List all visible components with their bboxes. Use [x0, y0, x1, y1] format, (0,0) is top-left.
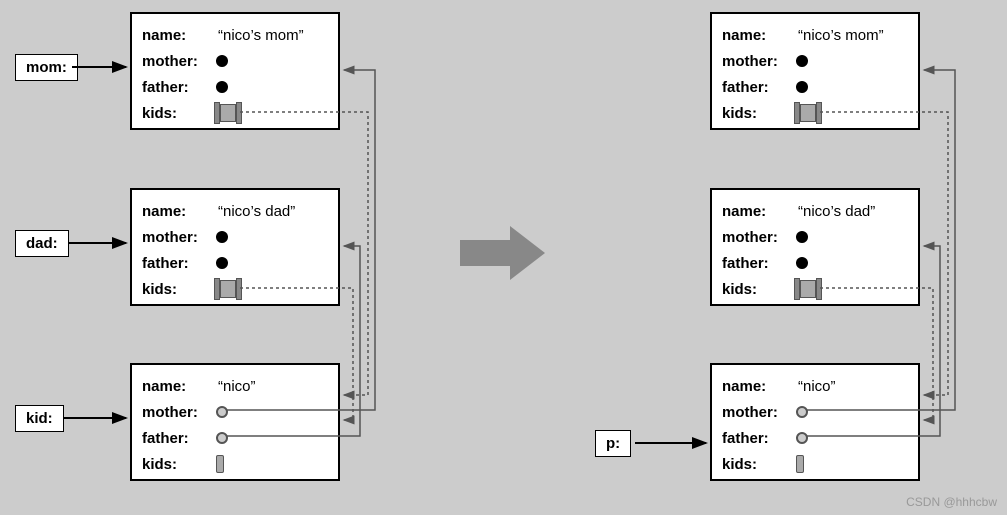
null-dot-icon [216, 81, 228, 93]
field-mother: mother: [142, 53, 212, 70]
field-father: father: [142, 79, 212, 96]
kid-name: “nico” [212, 378, 256, 395]
obj-mom-right: name:“nico’s mom” mother: father: kids: [710, 12, 920, 130]
ptr-dot-icon [216, 432, 228, 444]
obj-dad-left: name:“nico’s dad” mother: father: kids: [130, 188, 340, 306]
null-dot-icon [216, 55, 228, 67]
obj-dad-right: name:“nico’s dad” mother: father: kids: [710, 188, 920, 306]
var-kid: kid: [15, 405, 64, 432]
var-mom: mom: [15, 54, 78, 81]
obj-mom-left: name:“nico’s mom” mother: father: kids: [130, 12, 340, 130]
ptr-dot-icon [216, 406, 228, 418]
watermark: CSDN @hhhcbw [906, 495, 997, 509]
mom-name: “nico’s mom” [212, 27, 304, 44]
obj-kid-left: name:“nico” mother: father: kids: [130, 363, 340, 481]
obj-kid-right: name:“nico” mother: father: kids: [710, 363, 920, 481]
field-name: name: [142, 27, 212, 44]
dad-name: “nico’s dad” [212, 203, 295, 220]
vector-icon [214, 102, 242, 124]
field-kids: kids: [142, 105, 212, 122]
var-dad: dad: [15, 230, 69, 257]
null-dot-icon [216, 257, 228, 269]
var-p: p: [595, 430, 631, 457]
vector-icon [214, 278, 242, 300]
transition-arrow-icon [460, 226, 545, 280]
null-dot-icon [216, 231, 228, 243]
empty-vector-icon [216, 455, 224, 473]
